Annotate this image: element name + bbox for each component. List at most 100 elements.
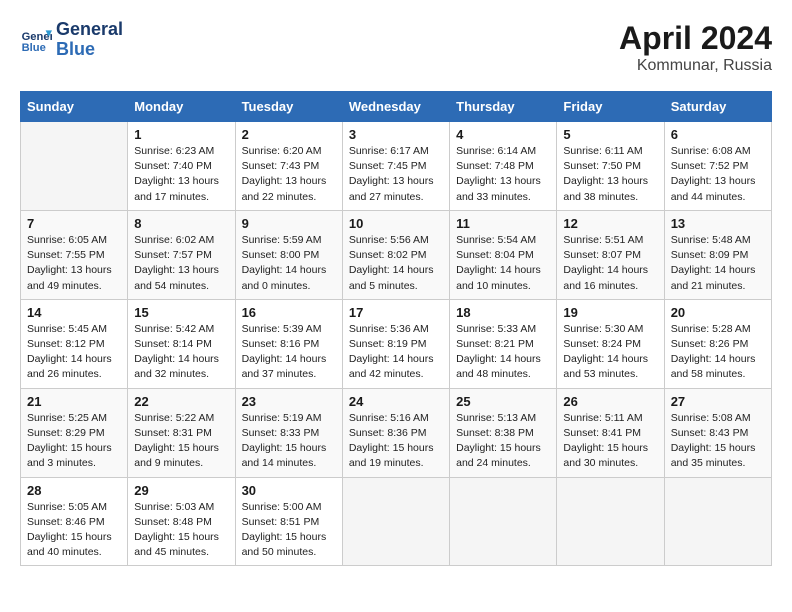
logo: General Blue General Blue	[20, 20, 123, 60]
day-info: Sunrise: 6:17 AMSunset: 7:45 PMDaylight:…	[349, 144, 443, 205]
day-number: 23	[242, 394, 336, 409]
title-block: April 2024 Kommunar, Russia	[619, 20, 772, 75]
calendar-cell: 5Sunrise: 6:11 AMSunset: 7:50 PMDaylight…	[557, 122, 664, 211]
day-info: Sunrise: 5:30 AMSunset: 8:24 PMDaylight:…	[563, 322, 657, 383]
day-number: 7	[27, 216, 121, 231]
day-number: 30	[242, 483, 336, 498]
weekday-header-monday: Monday	[128, 92, 235, 122]
day-number: 22	[134, 394, 228, 409]
calendar-cell: 29 Sunrise: 5:03 AMSunset: 8:48 PMDayligh…	[128, 477, 235, 566]
calendar-cell	[664, 477, 771, 566]
day-info: Sunrise: 6:08 AMSunset: 7:52 PMDaylight:…	[671, 144, 765, 205]
day-info: Sunrise: 6:20 AMSunset: 7:43 PMDaylight:…	[242, 144, 336, 205]
calendar-cell: 24 Sunrise: 5:16 AMSunset: 8:36 PMDayligh…	[342, 388, 449, 477]
day-info: Sunrise: 5:11 AMSunset: 8:41 PMDaylight:…	[563, 411, 657, 472]
day-info: Sunrise: 5:45 AMSunset: 8:12 PMDaylight:…	[27, 322, 121, 383]
calendar-week-1: 1 Sunrise: 6:23 AMSunset: 7:40 PMDaylight…	[21, 122, 772, 211]
weekday-header-wednesday: Wednesday	[342, 92, 449, 122]
calendar-cell: 30Sunrise: 5:00 AMSunset: 8:51 PMDayligh…	[235, 477, 342, 566]
day-info: Sunrise: 5:54 AMSunset: 8:04 PMDaylight:…	[456, 233, 550, 294]
day-info: Sunrise: 6:02 AMSunset: 7:57 PMDaylight:…	[134, 233, 228, 294]
day-info: Sunrise: 5:56 AMSunset: 8:02 PMDaylight:…	[349, 233, 443, 294]
calendar-cell: 4Sunrise: 6:14 AMSunset: 7:48 PMDaylight…	[450, 122, 557, 211]
calendar-cell	[450, 477, 557, 566]
day-number: 17	[349, 305, 443, 320]
day-number: 2	[242, 127, 336, 142]
calendar-cell: 27 Sunrise: 5:08 AMSunset: 8:43 PMDayligh…	[664, 388, 771, 477]
day-info: Sunrise: 5:39 AMSunset: 8:16 PMDaylight:…	[242, 322, 336, 383]
calendar-cell: 7 Sunrise: 6:05 AMSunset: 7:55 PMDaylight…	[21, 210, 128, 299]
calendar-cell: 18 Sunrise: 5:33 AMSunset: 8:21 PMDayligh…	[450, 299, 557, 388]
weekday-header-friday: Friday	[557, 92, 664, 122]
day-info: Sunrise: 5:19 AMSunset: 8:33 PMDaylight:…	[242, 411, 336, 472]
calendar-cell: 20 Sunrise: 5:28 AMSunset: 8:26 PMDayligh…	[664, 299, 771, 388]
calendar-header-row: SundayMondayTuesdayWednesdayThursdayFrid…	[21, 92, 772, 122]
day-number: 5	[563, 127, 657, 142]
day-number: 13	[671, 216, 765, 231]
day-info: Sunrise: 5:03 AMSunset: 8:48 PMDaylight:…	[134, 500, 228, 561]
calendar-cell: 15 Sunrise: 5:42 AMSunset: 8:14 PMDayligh…	[128, 299, 235, 388]
calendar-cell: 19 Sunrise: 5:30 AMSunset: 8:24 PMDayligh…	[557, 299, 664, 388]
weekday-header-tuesday: Tuesday	[235, 92, 342, 122]
calendar-cell: 3 Sunrise: 6:17 AMSunset: 7:45 PMDaylight…	[342, 122, 449, 211]
day-number: 19	[563, 305, 657, 320]
weekday-header-thursday: Thursday	[450, 92, 557, 122]
calendar-cell: 8 Sunrise: 6:02 AMSunset: 7:57 PMDaylight…	[128, 210, 235, 299]
calendar-table: SundayMondayTuesdayWednesdayThursdayFrid…	[20, 91, 772, 566]
day-number: 25	[456, 394, 550, 409]
calendar-cell	[21, 122, 128, 211]
day-number: 28	[27, 483, 121, 498]
day-number: 14	[27, 305, 121, 320]
day-number: 1	[134, 127, 228, 142]
calendar-week-2: 7 Sunrise: 6:05 AMSunset: 7:55 PMDaylight…	[21, 210, 772, 299]
calendar-cell: 13 Sunrise: 5:48 AMSunset: 8:09 PMDayligh…	[664, 210, 771, 299]
day-info: Sunrise: 5:36 AMSunset: 8:19 PMDaylight:…	[349, 322, 443, 383]
page-header: General Blue General Blue April 2024 Kom…	[20, 20, 772, 75]
day-info: Sunrise: 5:51 AMSunset: 8:07 PMDaylight:…	[563, 233, 657, 294]
calendar-cell: 12 Sunrise: 5:51 AMSunset: 8:07 PMDayligh…	[557, 210, 664, 299]
calendar-cell: 10Sunrise: 5:56 AMSunset: 8:02 PMDayligh…	[342, 210, 449, 299]
day-info: Sunrise: 5:28 AMSunset: 8:26 PMDaylight:…	[671, 322, 765, 383]
calendar-week-3: 14 Sunrise: 5:45 AMSunset: 8:12 PMDayligh…	[21, 299, 772, 388]
day-info: Sunrise: 5:13 AMSunset: 8:38 PMDaylight:…	[456, 411, 550, 472]
calendar-cell	[557, 477, 664, 566]
day-number: 8	[134, 216, 228, 231]
day-number: 29	[134, 483, 228, 498]
day-info: Sunrise: 6:23 AMSunset: 7:40 PMDaylight:…	[134, 144, 228, 205]
calendar-cell: 6 Sunrise: 6:08 AMSunset: 7:52 PMDaylight…	[664, 122, 771, 211]
day-info: Sunrise: 5:16 AMSunset: 8:36 PMDaylight:…	[349, 411, 443, 472]
calendar-cell: 25 Sunrise: 5:13 AMSunset: 8:38 PMDayligh…	[450, 388, 557, 477]
calendar-cell: 17 Sunrise: 5:36 AMSunset: 8:19 PMDayligh…	[342, 299, 449, 388]
day-number: 3	[349, 127, 443, 142]
day-info: Sunrise: 5:22 AMSunset: 8:31 PMDaylight:…	[134, 411, 228, 472]
calendar-cell: 11 Sunrise: 5:54 AMSunset: 8:04 PMDayligh…	[450, 210, 557, 299]
day-number: 15	[134, 305, 228, 320]
day-number: 9	[242, 216, 336, 231]
weekday-header-saturday: Saturday	[664, 92, 771, 122]
day-info: Sunrise: 6:14 AMSunset: 7:48 PMDaylight:…	[456, 144, 550, 205]
calendar-cell: 26 Sunrise: 5:11 AMSunset: 8:41 PMDayligh…	[557, 388, 664, 477]
day-info: Sunrise: 5:42 AMSunset: 8:14 PMDaylight:…	[134, 322, 228, 383]
day-number: 6	[671, 127, 765, 142]
day-info: Sunrise: 5:59 AMSunset: 8:00 PMDaylight:…	[242, 233, 336, 294]
day-number: 18	[456, 305, 550, 320]
day-number: 11	[456, 216, 550, 231]
calendar-cell: 16Sunrise: 5:39 AMSunset: 8:16 PMDayligh…	[235, 299, 342, 388]
day-info: Sunrise: 5:33 AMSunset: 8:21 PMDaylight:…	[456, 322, 550, 383]
logo-icon: General Blue	[20, 24, 52, 56]
calendar-cell	[342, 477, 449, 566]
day-number: 26	[563, 394, 657, 409]
svg-text:Blue: Blue	[22, 42, 46, 54]
day-number: 12	[563, 216, 657, 231]
day-number: 21	[27, 394, 121, 409]
day-info: Sunrise: 6:05 AMSunset: 7:55 PMDaylight:…	[27, 233, 121, 294]
calendar-cell: 2 Sunrise: 6:20 AMSunset: 7:43 PMDaylight…	[235, 122, 342, 211]
logo-text: General Blue	[56, 20, 123, 60]
calendar-cell: 1 Sunrise: 6:23 AMSunset: 7:40 PMDaylight…	[128, 122, 235, 211]
day-number: 24	[349, 394, 443, 409]
day-info: Sunrise: 5:48 AMSunset: 8:09 PMDaylight:…	[671, 233, 765, 294]
day-number: 20	[671, 305, 765, 320]
day-number: 27	[671, 394, 765, 409]
page-title: April 2024	[619, 20, 772, 57]
day-info: Sunrise: 5:08 AMSunset: 8:43 PMDaylight:…	[671, 411, 765, 472]
